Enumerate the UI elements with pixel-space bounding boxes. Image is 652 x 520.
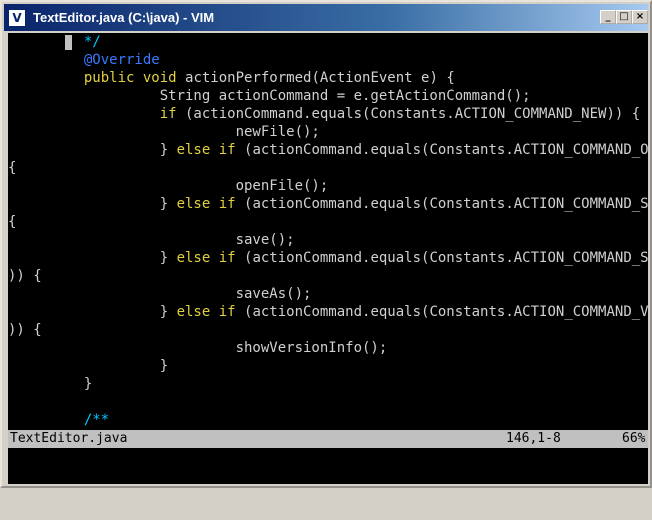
- code-line: newFile();: [8, 123, 320, 141]
- code-token: public: [83, 70, 135, 86]
- minimize-button[interactable]: _: [600, 10, 616, 24]
- code-token: save();: [8, 232, 295, 248]
- code-token: else: [176, 304, 211, 320]
- editor-text-area[interactable]: */ @Override public void actionPerformed…: [8, 33, 648, 430]
- code-line: } else if (actionCommand.equals(Constant…: [8, 195, 648, 213]
- code-line: }: [8, 375, 92, 393]
- code-token: (actionCommand.equals(Constants.ACTION_C…: [244, 304, 648, 320]
- code-token: }: [8, 142, 177, 158]
- code-token: if: [218, 304, 236, 320]
- code-line: saveAs();: [8, 285, 312, 303]
- code-token: else: [176, 142, 211, 158]
- code-token: String actionCommand = e.getActionComman…: [8, 88, 531, 104]
- status-scroll-percent: 66%: [622, 431, 646, 446]
- code-token: }: [8, 358, 169, 374]
- code-line: } else if (actionCommand.equals(Constant…: [8, 249, 648, 267]
- code-line: )) {: [8, 267, 42, 285]
- vim-app-icon[interactable]: V: [8, 9, 26, 27]
- code-token: (actionCommand.equals(Constants.ACTION_C…: [235, 196, 648, 212]
- vim-window: V TextEditor.java (C:\java) - VIM _ □ × …: [0, 0, 652, 488]
- code-line: } else if (actionCommand.equals(Constant…: [8, 303, 648, 321]
- code-token: (actionCommand.equals(Constants.ACTION_C…: [244, 250, 648, 266]
- status-filename: TextEditor.java: [10, 431, 128, 446]
- code-line: /**: [8, 411, 109, 429]
- command-line[interactable]: [8, 448, 648, 484]
- code-token: void: [142, 70, 177, 86]
- code-token: }: [8, 376, 93, 392]
- code-token: )) {: [8, 268, 42, 284]
- code-line: */: [8, 33, 101, 51]
- code-token: if: [218, 250, 236, 266]
- code-token: }: [8, 304, 177, 320]
- code-token: saveAs();: [8, 286, 312, 302]
- code-token: @Override: [83, 52, 160, 68]
- code-token: /**: [83, 412, 110, 428]
- code-line: openFile();: [8, 177, 329, 195]
- code-line: {: [8, 159, 16, 177]
- code-token: if: [218, 142, 236, 158]
- code-line: @Override: [8, 51, 160, 69]
- code-line: public void actionPerformed(ActionEvent …: [8, 69, 455, 87]
- code-token: else: [176, 196, 211, 212]
- code-token: newFile();: [8, 124, 320, 140]
- code-line: showVersionInfo();: [8, 339, 388, 357]
- code-line: }: [8, 357, 168, 375]
- code-line: {: [8, 213, 16, 231]
- code-token: }: [8, 250, 177, 266]
- code-line: )) {: [8, 321, 42, 339]
- code-token: )) {: [8, 322, 42, 338]
- code-token: openFile();: [8, 178, 329, 194]
- code-token: */: [83, 34, 101, 50]
- code-line: String actionCommand = e.getActionComman…: [8, 87, 531, 105]
- code-token: {: [8, 160, 17, 176]
- window-title: TextEditor.java (C:\java) - VIM: [33, 10, 215, 25]
- status-cursor-position: 146,1-8: [506, 431, 561, 446]
- code-line: } else if (actionCommand.equals(Constant…: [8, 141, 648, 159]
- code-token: (actionCommand.equals(Constants.ACTION_C…: [235, 142, 648, 158]
- code-line: if (actionCommand.equals(Constants.ACTIO…: [8, 105, 640, 123]
- code-line: save();: [8, 231, 295, 249]
- code-token: (actionCommand.equals(Constants.ACTION_C…: [176, 106, 641, 122]
- code-token: {: [8, 214, 17, 230]
- maximize-button[interactable]: □: [616, 10, 632, 24]
- code-token: showVersionInfo();: [8, 340, 388, 356]
- code-token: if: [159, 106, 177, 122]
- status-line: TextEditor.java 146,1-8 66%: [8, 430, 648, 448]
- close-button[interactable]: ×: [632, 10, 648, 24]
- title-bar[interactable]: V TextEditor.java (C:\java) - VIM _ □ ×: [4, 4, 648, 31]
- code-token: if: [218, 196, 236, 212]
- code-token: else: [176, 250, 211, 266]
- code-token: actionPerformed(ActionEvent e) {: [176, 70, 455, 86]
- code-token: }: [8, 196, 177, 212]
